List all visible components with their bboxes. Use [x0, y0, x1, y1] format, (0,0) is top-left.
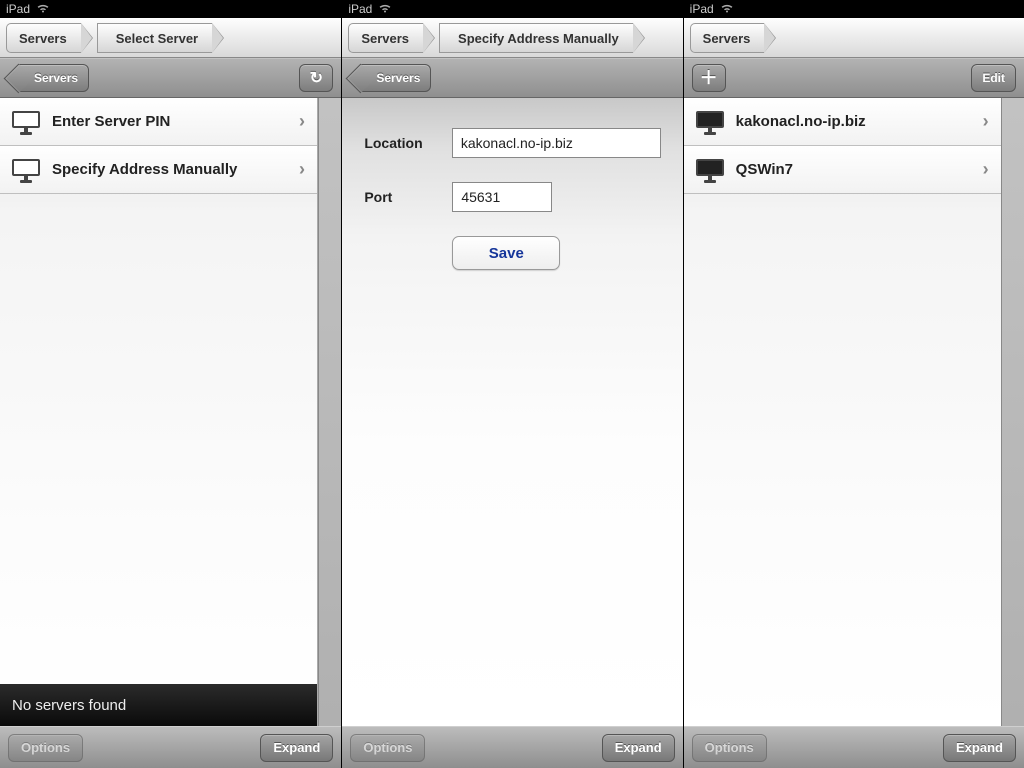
- location-label: Location: [364, 135, 440, 151]
- options-button[interactable]: Options: [692, 734, 767, 762]
- server-name: kakonacl.no-ip.biz: [736, 113, 971, 130]
- monitor-icon: [696, 111, 724, 132]
- toolbar: Servers ↻: [0, 58, 341, 98]
- back-button[interactable]: Servers: [18, 64, 89, 92]
- port-label: Port: [364, 189, 440, 205]
- breadcrumb-bar: Servers Specify Address Manually: [342, 18, 682, 58]
- expand-button[interactable]: Expand: [260, 734, 333, 762]
- row-label: Specify Address Manually: [52, 161, 287, 178]
- pane-select-server: iPad Servers Select Server Servers ↻ Ent…: [0, 0, 341, 768]
- no-servers-banner: No servers found: [0, 684, 317, 726]
- monitor-icon: [696, 159, 724, 180]
- bottom-bar: Options Expand: [342, 726, 682, 768]
- edit-button[interactable]: Edit: [971, 64, 1016, 92]
- device-label: iPad: [690, 2, 714, 16]
- right-strip: [318, 98, 341, 726]
- pane-specify-address: iPad Servers Specify Address Manually Se…: [341, 0, 682, 768]
- wifi-icon: [36, 3, 50, 16]
- options-button[interactable]: Options: [8, 734, 83, 762]
- expand-button[interactable]: Expand: [602, 734, 675, 762]
- device-label: iPad: [6, 2, 30, 16]
- monitor-icon: [12, 159, 40, 180]
- content-area: Location Port Save: [342, 98, 682, 726]
- port-input[interactable]: [452, 182, 552, 212]
- server-row[interactable]: kakonacl.no-ip.biz ›: [684, 98, 1001, 146]
- form-row-port: Port: [364, 182, 660, 212]
- content-area: kakonacl.no-ip.biz › QSWin7 ›: [684, 98, 1024, 726]
- expand-button[interactable]: Expand: [943, 734, 1016, 762]
- server-list: kakonacl.no-ip.biz › QSWin7 ›: [684, 98, 1002, 726]
- wifi-icon: [378, 3, 392, 16]
- bottom-bar: Options Expand: [0, 726, 341, 768]
- server-name: QSWin7: [736, 161, 971, 178]
- address-form: Location Port Save: [342, 98, 682, 300]
- breadcrumb-servers[interactable]: Servers: [6, 23, 81, 53]
- save-button[interactable]: Save: [452, 236, 560, 270]
- options-button[interactable]: Options: [350, 734, 425, 762]
- chevron-right-icon: ›: [983, 111, 989, 132]
- pane-server-list: iPad Servers ＋ Edit kakonacl.no-ip.biz ›…: [683, 0, 1024, 768]
- chevron-right-icon: ›: [983, 159, 989, 180]
- status-bar: iPad: [684, 0, 1024, 18]
- location-input[interactable]: [452, 128, 661, 158]
- refresh-button[interactable]: ↻: [299, 64, 333, 92]
- breadcrumb-bar: Servers Select Server: [0, 18, 341, 58]
- breadcrumb-specify[interactable]: Specify Address Manually: [439, 23, 633, 53]
- breadcrumb-servers[interactable]: Servers: [348, 23, 423, 53]
- back-button[interactable]: Servers: [360, 64, 431, 92]
- breadcrumb-servers[interactable]: Servers: [690, 23, 765, 53]
- monitor-icon: [12, 111, 40, 132]
- bottom-bar: Options Expand: [684, 726, 1024, 768]
- right-strip: [1001, 98, 1024, 726]
- row-label: Enter Server PIN: [52, 113, 287, 130]
- row-enter-pin[interactable]: Enter Server PIN ›: [0, 98, 317, 146]
- refresh-icon: ↻: [310, 68, 323, 88]
- breadcrumb-select-server[interactable]: Select Server: [97, 23, 212, 53]
- content-area: Enter Server PIN › Specify Address Manua…: [0, 98, 341, 726]
- device-label: iPad: [348, 2, 372, 16]
- status-bar: iPad: [0, 0, 341, 18]
- add-server-button[interactable]: ＋: [692, 64, 726, 92]
- status-bar: iPad: [342, 0, 682, 18]
- toolbar: ＋ Edit: [684, 58, 1024, 98]
- row-specify-address[interactable]: Specify Address Manually ›: [0, 146, 317, 194]
- chevron-right-icon: ›: [299, 159, 305, 180]
- chevron-right-icon: ›: [299, 111, 305, 132]
- server-row[interactable]: QSWin7 ›: [684, 146, 1001, 194]
- breadcrumb-bar: Servers: [684, 18, 1024, 58]
- toolbar: Servers: [342, 58, 682, 98]
- wifi-icon: [720, 3, 734, 16]
- form-row-location: Location: [364, 128, 660, 158]
- plus-icon: ＋: [700, 69, 718, 87]
- options-list: Enter Server PIN › Specify Address Manua…: [0, 98, 318, 726]
